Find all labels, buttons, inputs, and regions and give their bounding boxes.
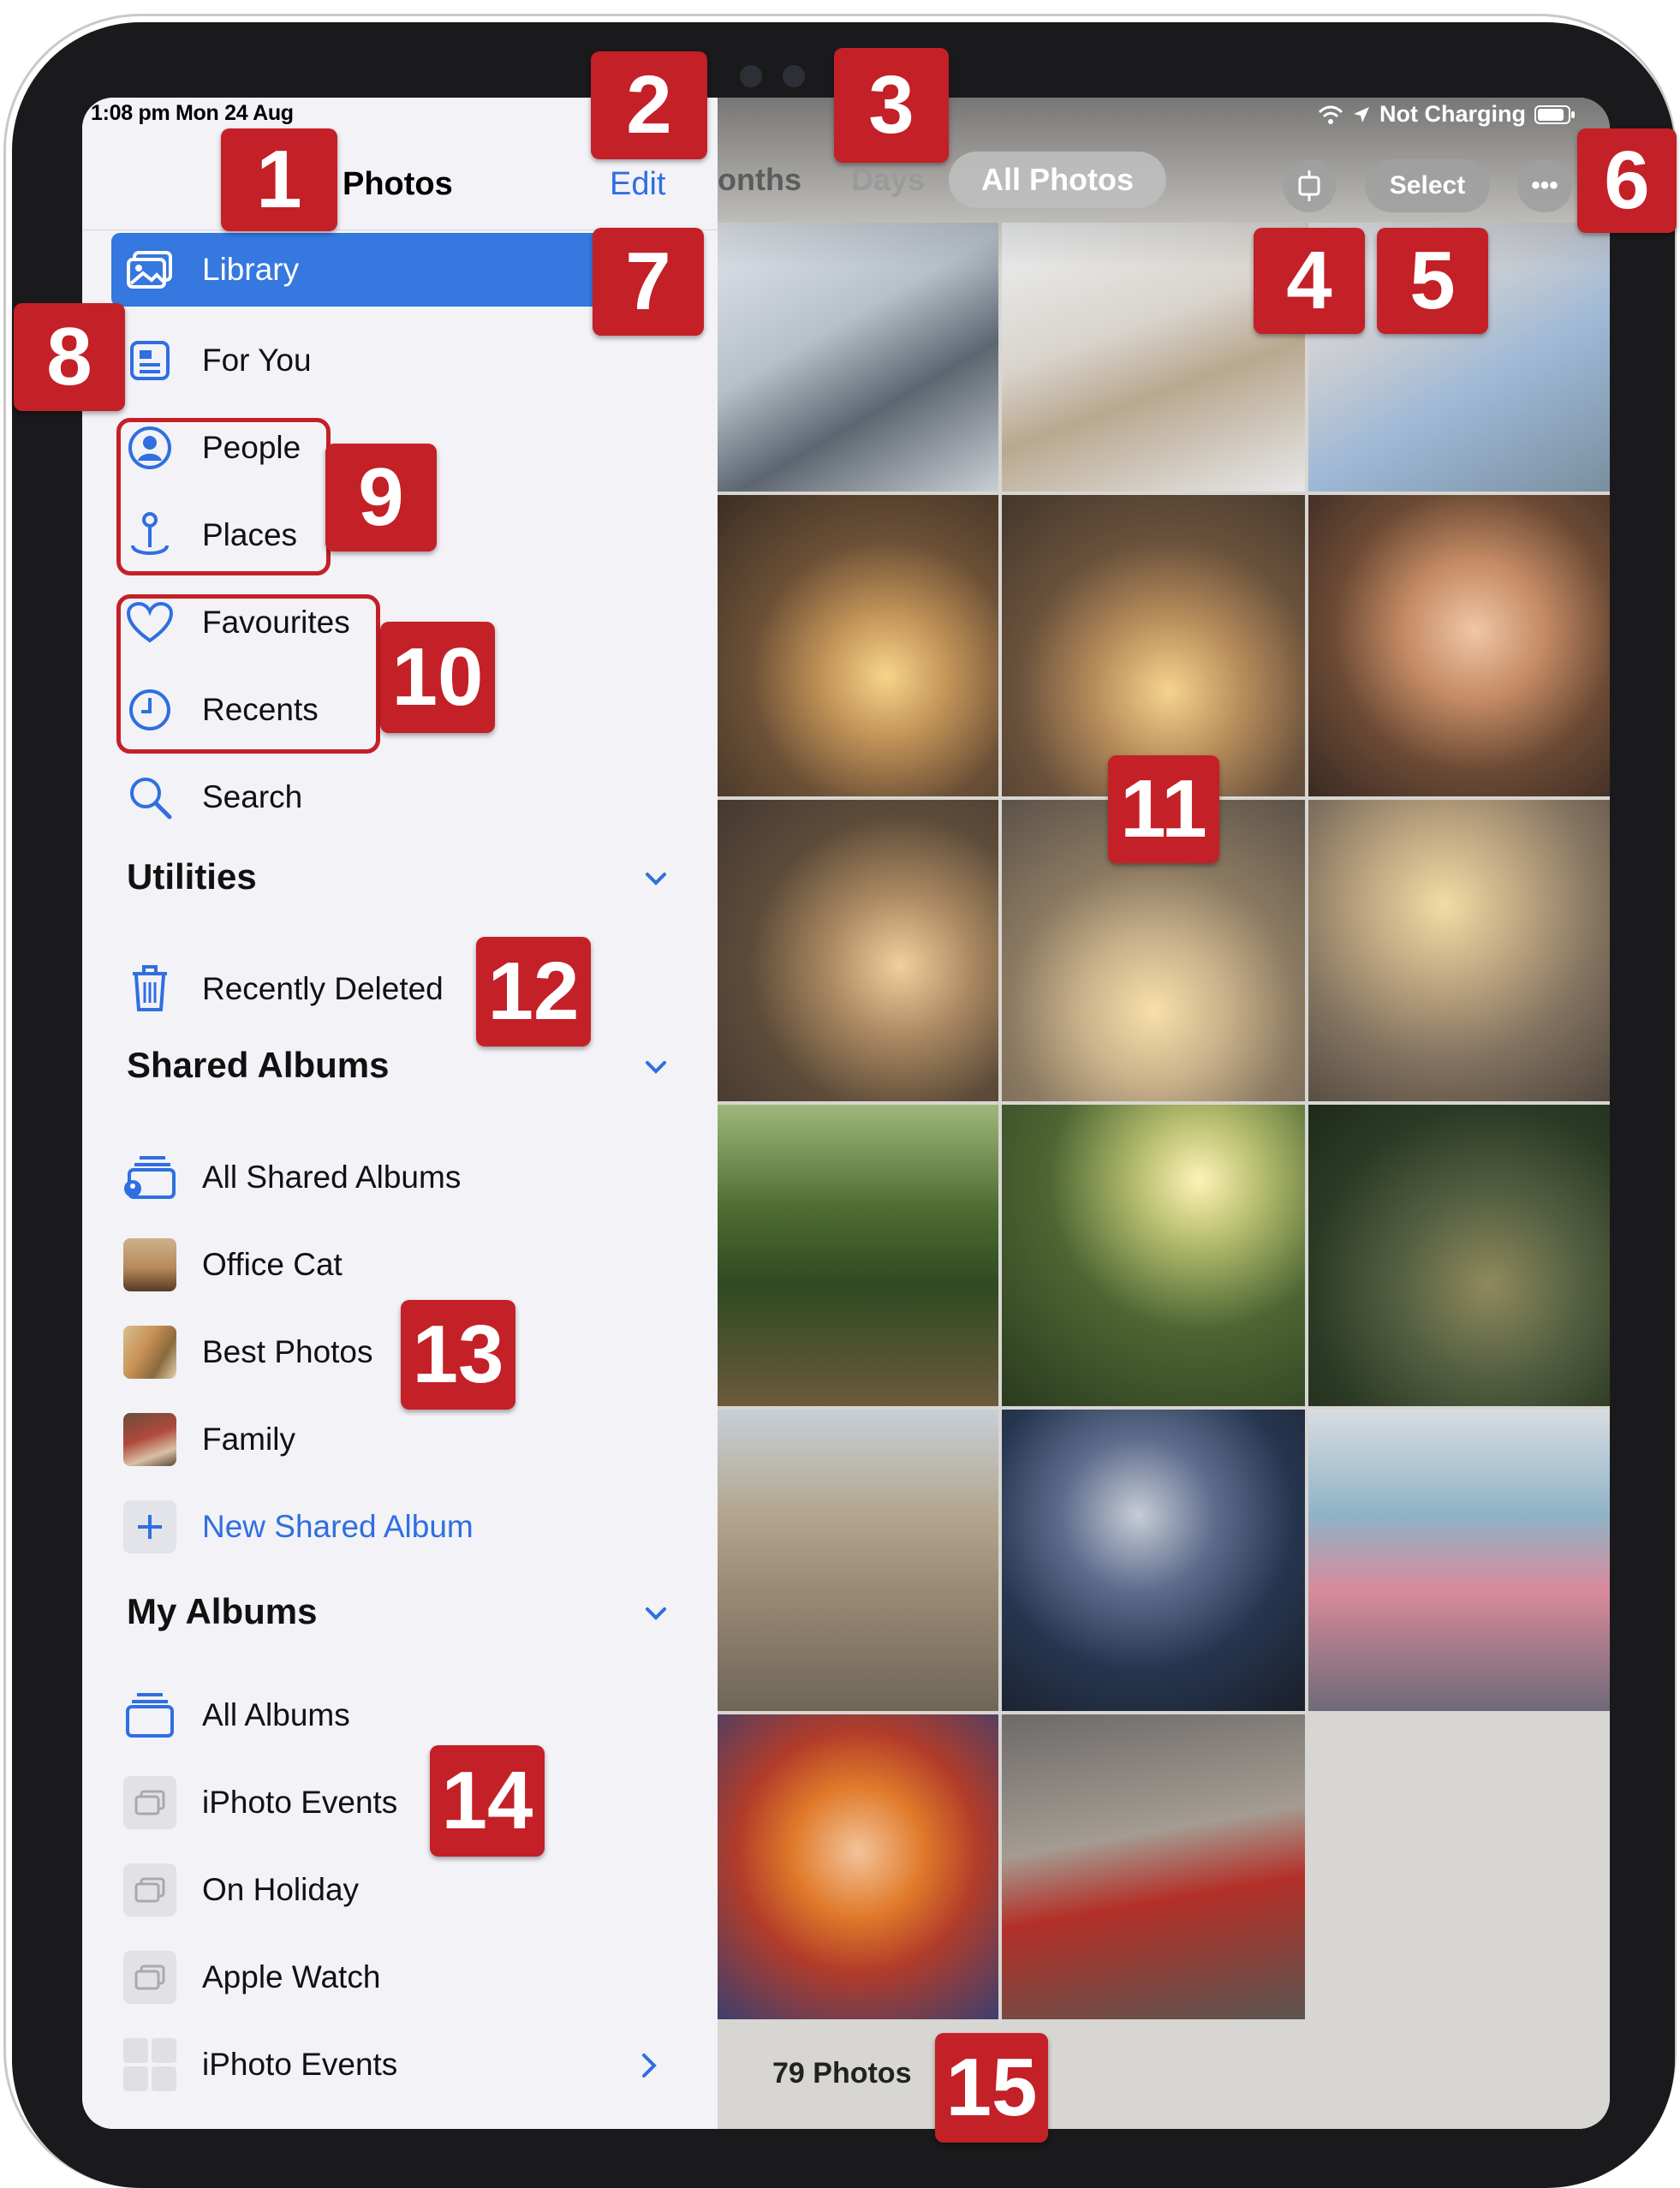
wifi-icon	[1318, 105, 1343, 124]
annotation-badge: 13	[401, 1300, 515, 1410]
battery-icon	[1534, 104, 1575, 124]
sidebar: 1:08 pm Mon 24 Aug Photos Edit Library F…	[82, 98, 718, 2129]
sidebar-item-label: New Shared Album	[202, 1509, 474, 1544]
sidebar-item-office-cat[interactable]: Office Cat	[111, 1228, 673, 1302]
photo-thumbnail[interactable]	[718, 800, 998, 1101]
sidebar-title: Photos	[343, 166, 453, 202]
sidebar-item-best-photos[interactable]: Best Photos	[111, 1315, 673, 1389]
album-thumbnail	[123, 1238, 176, 1291]
sidebar-item-label: All Albums	[202, 1697, 350, 1732]
photo-placeholder-icon	[123, 1951, 176, 2004]
sidebar-item-on-holiday[interactable]: On Holiday	[111, 1853, 673, 1927]
sidebar-item-label: All Shared Albums	[202, 1160, 462, 1195]
sidebar-item-all-albums[interactable]: All Albums	[111, 1678, 673, 1752]
annotation-badge: 8	[14, 303, 125, 411]
annotation-badge: 1	[221, 128, 337, 231]
sidebar-item-label: iPhoto Events	[202, 1785, 398, 1820]
section-heading-utilities: Utilities	[127, 856, 257, 897]
aspect-toggle-button[interactable]	[1283, 159, 1336, 212]
photo-thumbnail[interactable]	[1308, 1410, 1610, 1711]
photo-count: 79 Photos	[772, 2057, 912, 2090]
album-thumbnail	[123, 1326, 176, 1379]
annotation-badge: 7	[593, 228, 704, 336]
photo-thumbnail[interactable]	[718, 495, 998, 796]
photo-thumbnail[interactable]	[1308, 800, 1610, 1101]
segment-all-photos[interactable]: All Photos	[949, 152, 1167, 208]
annotation-badge: 15	[935, 2033, 1048, 2143]
sidebar-item-label: Recently Deleted	[202, 971, 444, 1006]
sidebar-item-iphoto-events[interactable]: iPhoto Events	[111, 1766, 673, 1839]
photo-thumbnail[interactable]	[1002, 495, 1305, 796]
sidebar-item-label: Office Cat	[202, 1247, 343, 1282]
chevron-down-icon[interactable]	[639, 861, 673, 896]
annotation-badge: 6	[1577, 128, 1677, 233]
photo-thumbnail[interactable]	[1002, 1714, 1305, 2019]
trash-icon	[123, 963, 176, 1016]
annotation-badge: 5	[1377, 228, 1488, 334]
sidebar-item-search[interactable]: Search	[111, 760, 673, 834]
sidebar-item-label: Search	[202, 779, 303, 814]
annotation-badge: 10	[380, 622, 495, 733]
for-you-icon	[123, 334, 176, 387]
segment-days[interactable]: Days	[851, 162, 925, 198]
annotation-badge: 9	[325, 444, 437, 551]
grid-placeholder-icon	[123, 2038, 176, 2091]
sidebar-item-for-you[interactable]: For You	[111, 324, 673, 397]
photo-thumbnail[interactable]	[1002, 1410, 1305, 1711]
annotation-badge: 3	[834, 48, 949, 163]
sidebar-item-iphoto-events-folder[interactable]: iPhoto Events	[111, 2028, 673, 2102]
location-icon	[1354, 106, 1370, 122]
sidebar-item-label: Apple Watch	[202, 1959, 381, 1994]
new-shared-album-button[interactable]: New Shared Album	[111, 1490, 673, 1564]
sidebar-item-label: Library	[202, 252, 300, 287]
aspect-ratio-icon	[1298, 170, 1320, 201]
photo-thumbnail[interactable]	[718, 1105, 998, 1406]
photo-library-pane: 79 Photos	[718, 98, 1610, 2129]
sidebar-item-label: Best Photos	[202, 1334, 373, 1369]
sidebar-item-library[interactable]: Library	[111, 233, 673, 307]
photo-placeholder-icon	[123, 1776, 176, 1829]
status-time-date: 1:08 pm Mon 24 Aug	[91, 101, 294, 125]
screen: 1:08 pm Mon 24 Aug Photos Edit Library F…	[82, 98, 1610, 2129]
annotation-badge: 14	[430, 1745, 545, 1857]
chevron-down-icon[interactable]	[639, 1050, 673, 1084]
photo-thumbnail[interactable]	[718, 1410, 998, 1711]
photo-placeholder-icon	[123, 1863, 176, 1917]
photo-thumbnail[interactable]	[1308, 495, 1610, 796]
charging-status: Not Charging	[1379, 101, 1526, 127]
sidebar-item-label: Family	[202, 1422, 295, 1457]
albums-stack-icon	[123, 1689, 176, 1742]
sidebar-item-label: For You	[202, 343, 312, 378]
sidebar-item-apple-watch[interactable]: Apple Watch	[111, 1941, 673, 2014]
photo-thumbnail[interactable]	[1002, 1105, 1305, 1406]
album-thumbnail	[123, 1413, 176, 1466]
photo-thumbnail[interactable]	[1308, 1105, 1610, 1406]
annotation-badge: 11	[1108, 755, 1219, 863]
chevron-down-icon[interactable]	[639, 1596, 673, 1631]
section-heading-shared-albums: Shared Albums	[127, 1045, 390, 1085]
shared-albums-icon	[123, 1151, 176, 1204]
segment-months[interactable]: onths	[718, 162, 801, 198]
sidebar-item-family[interactable]: Family	[111, 1403, 673, 1476]
camera-dot	[740, 65, 762, 87]
annotation-outline-favourites-recents	[116, 594, 380, 754]
annotation-badge: 2	[591, 51, 707, 159]
sidebar-item-label: iPhoto Events	[202, 2047, 398, 2082]
annotation-badge: 4	[1254, 228, 1365, 334]
sidebar-item-label: On Holiday	[202, 1872, 360, 1907]
search-icon	[123, 771, 176, 824]
more-button[interactable]: •••	[1517, 159, 1572, 212]
annotation-outline-people-places	[116, 418, 331, 575]
status-bar-right: Not Charging	[1318, 101, 1576, 128]
photo-thumbnail[interactable]	[718, 1714, 998, 2019]
edit-button[interactable]: Edit	[610, 166, 665, 203]
select-button[interactable]: Select	[1365, 159, 1490, 212]
annotation-badge: 12	[476, 937, 591, 1046]
camera-dot	[783, 65, 805, 87]
chevron-right-icon	[642, 2054, 657, 2078]
sidebar-item-all-shared-albums[interactable]: All Shared Albums	[111, 1141, 673, 1214]
section-heading-my-albums: My Albums	[127, 1591, 318, 1631]
library-icon	[123, 243, 176, 296]
plus-icon	[123, 1500, 176, 1553]
